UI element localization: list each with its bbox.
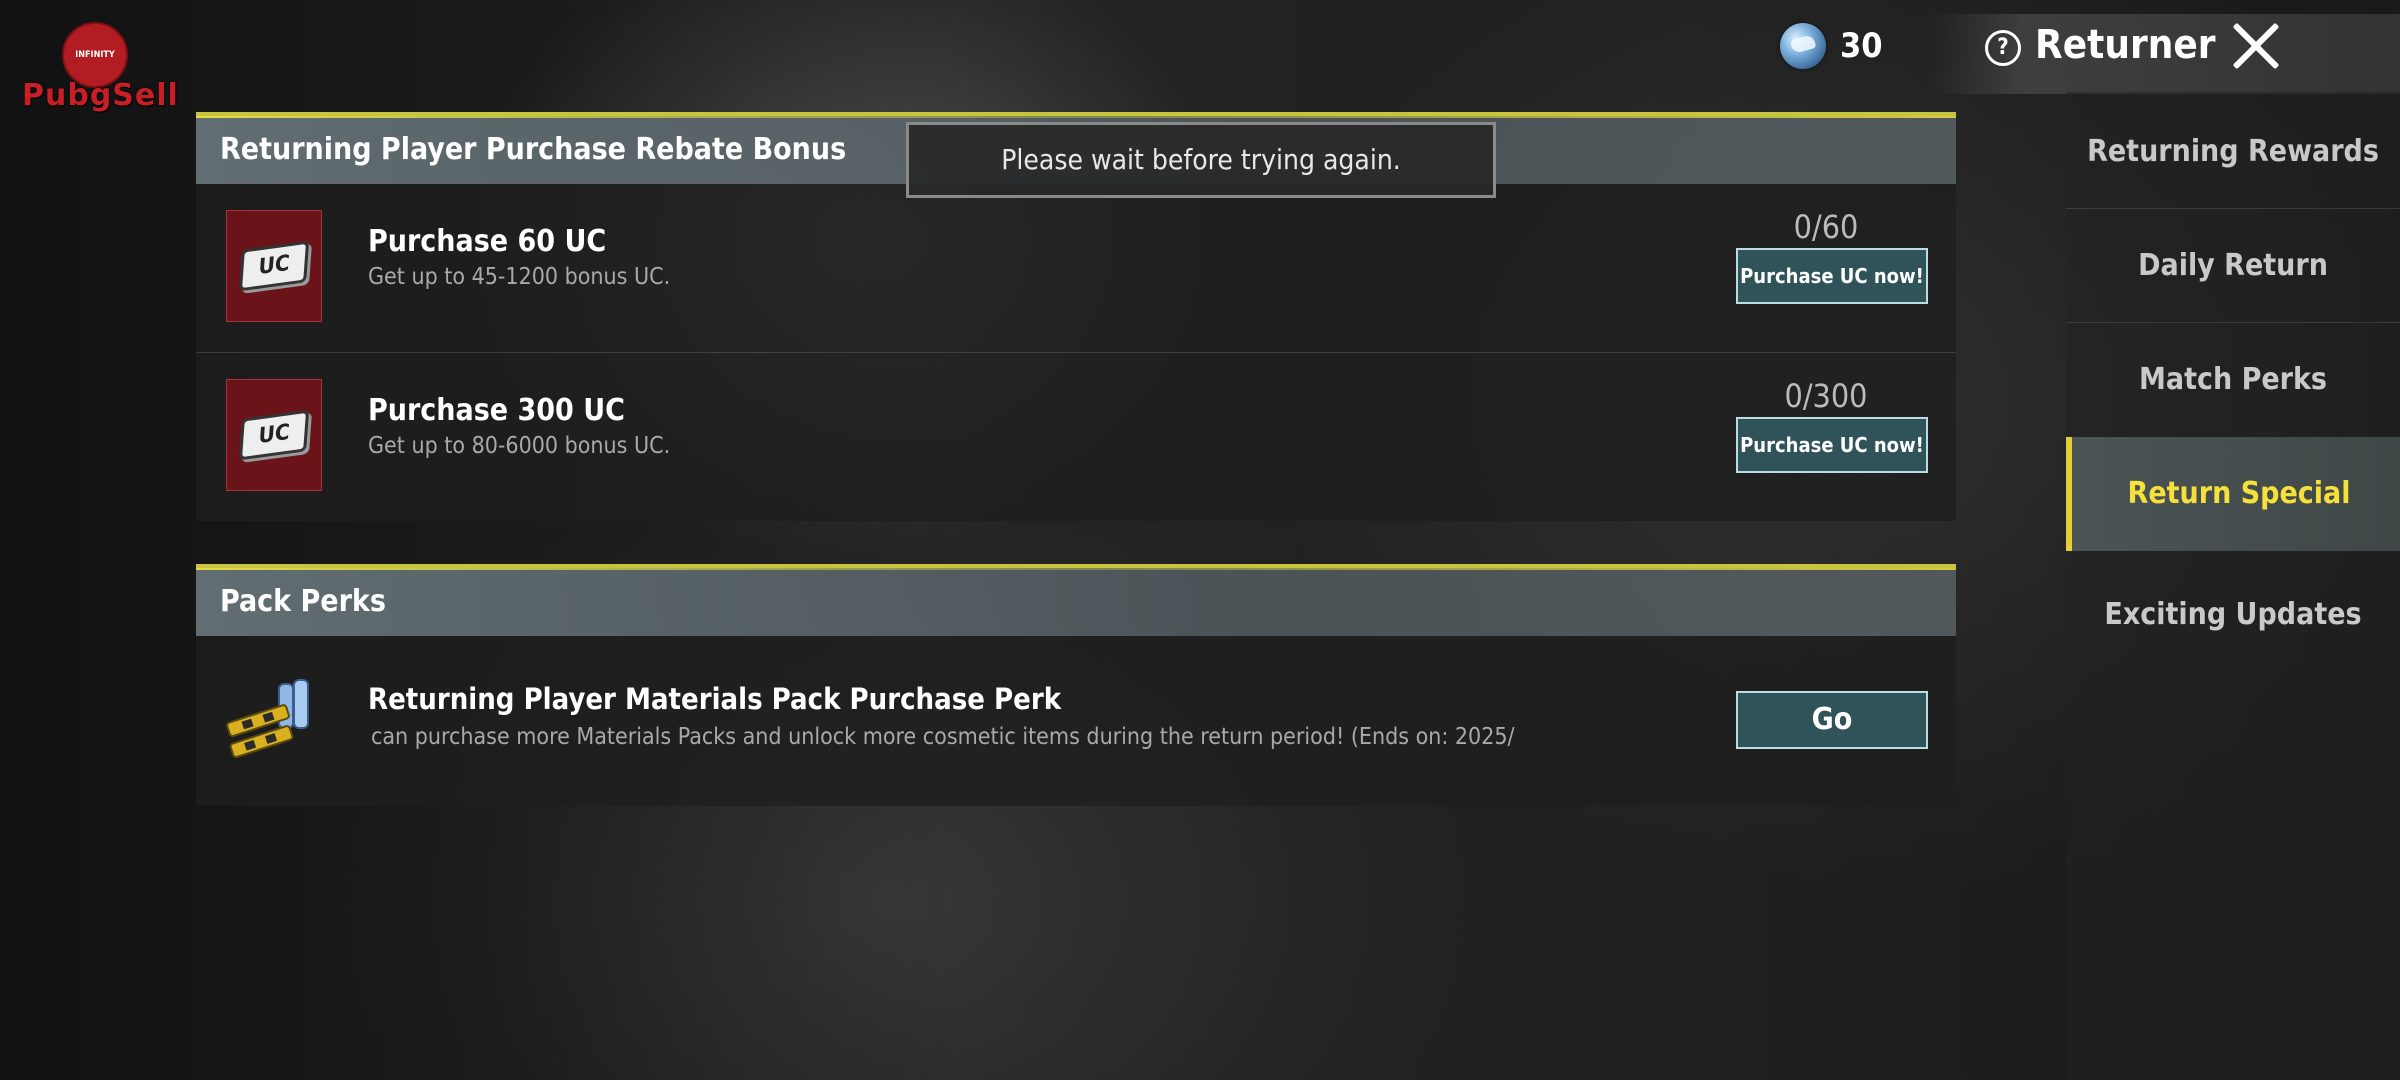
sidebar-item-label: Exciting Updates — [2104, 597, 2362, 632]
close-button[interactable] — [2228, 18, 2284, 74]
help-icon[interactable]: ? — [1985, 30, 2021, 66]
pack-perks-section: Pack Perks Returning Player Materials Pa… — [196, 564, 1956, 806]
list-item: Returning Player Materials Pack Purchase… — [196, 636, 1956, 806]
item-description: can purchase more Materials Packs and un… — [371, 724, 1515, 750]
sidebar-item-label: Match Perks — [2139, 362, 2327, 397]
item-description: Get up to 45-1200 bonus UC. — [368, 264, 671, 290]
logo-wordmark: PubgSell — [22, 78, 179, 113]
uc-icon: UC — [226, 210, 322, 322]
currency-display: 30 — [1780, 18, 1883, 74]
title-bar: ? Returner — [1930, 14, 2400, 94]
divider — [2066, 208, 2400, 209]
pack-perks-list: Returning Player Materials Pack Purchase… — [196, 636, 1956, 806]
sidebar-item-daily-return[interactable]: Daily Return — [2066, 216, 2400, 316]
section-header: Pack Perks — [196, 564, 1956, 636]
currency-coin-icon — [1780, 23, 1826, 69]
toast-message: Please wait before trying again. — [906, 122, 1496, 198]
item-title: Purchase 60 UC — [368, 224, 607, 259]
sidebar-item-returning-rewards[interactable]: Returning Rewards — [2066, 102, 2400, 202]
section-title: Pack Perks — [220, 584, 386, 619]
watermark-logo: INFINITY PubgSell — [22, 22, 178, 117]
sidebar-item-label: Returning Rewards — [2087, 134, 2379, 169]
purchase-uc-button[interactable]: Purchase UC now! — [1736, 417, 1928, 473]
uc-icon-label: UC — [238, 240, 310, 292]
materials-pack-icon — [226, 679, 309, 759]
currency-value: 30 — [1840, 26, 1883, 66]
purchase-uc-button[interactable]: Purchase UC now! — [1736, 248, 1928, 304]
item-title: Purchase 300 UC — [368, 393, 625, 428]
section-title: Returning Player Purchase Rebate Bonus — [220, 132, 847, 167]
rebate-list: UC Purchase 60 UC Get up to 45-1200 bonu… — [196, 184, 1956, 521]
divider — [2066, 322, 2400, 323]
list-item: UC Purchase 300 UC Get up to 80-6000 bon… — [196, 353, 1956, 521]
page-title: Returner — [2035, 22, 2216, 68]
sidebar-item-match-perks[interactable]: Match Perks — [2066, 330, 2400, 430]
sidebar-item-return-special[interactable]: Return Special — [2066, 437, 2400, 551]
progress-count: 0/60 — [1793, 208, 1859, 246]
list-item: UC Purchase 60 UC Get up to 45-1200 bonu… — [196, 184, 1956, 353]
item-description: Get up to 80-6000 bonus UC. — [368, 433, 671, 459]
progress-count: 0/300 — [1784, 377, 1868, 415]
sidebar-item-label: Return Special — [2127, 476, 2351, 511]
sidebar-nav: Returning Rewards Daily Return Match Per… — [2066, 92, 2400, 1080]
sidebar-item-exciting-updates[interactable]: Exciting Updates — [2066, 560, 2400, 670]
item-title: Returning Player Materials Pack Purchase… — [368, 682, 1062, 716]
uc-icon-label: UC — [238, 409, 310, 461]
uc-icon: UC — [226, 379, 322, 491]
go-button[interactable]: Go — [1736, 691, 1928, 749]
sidebar-item-label: Daily Return — [2138, 248, 2328, 283]
